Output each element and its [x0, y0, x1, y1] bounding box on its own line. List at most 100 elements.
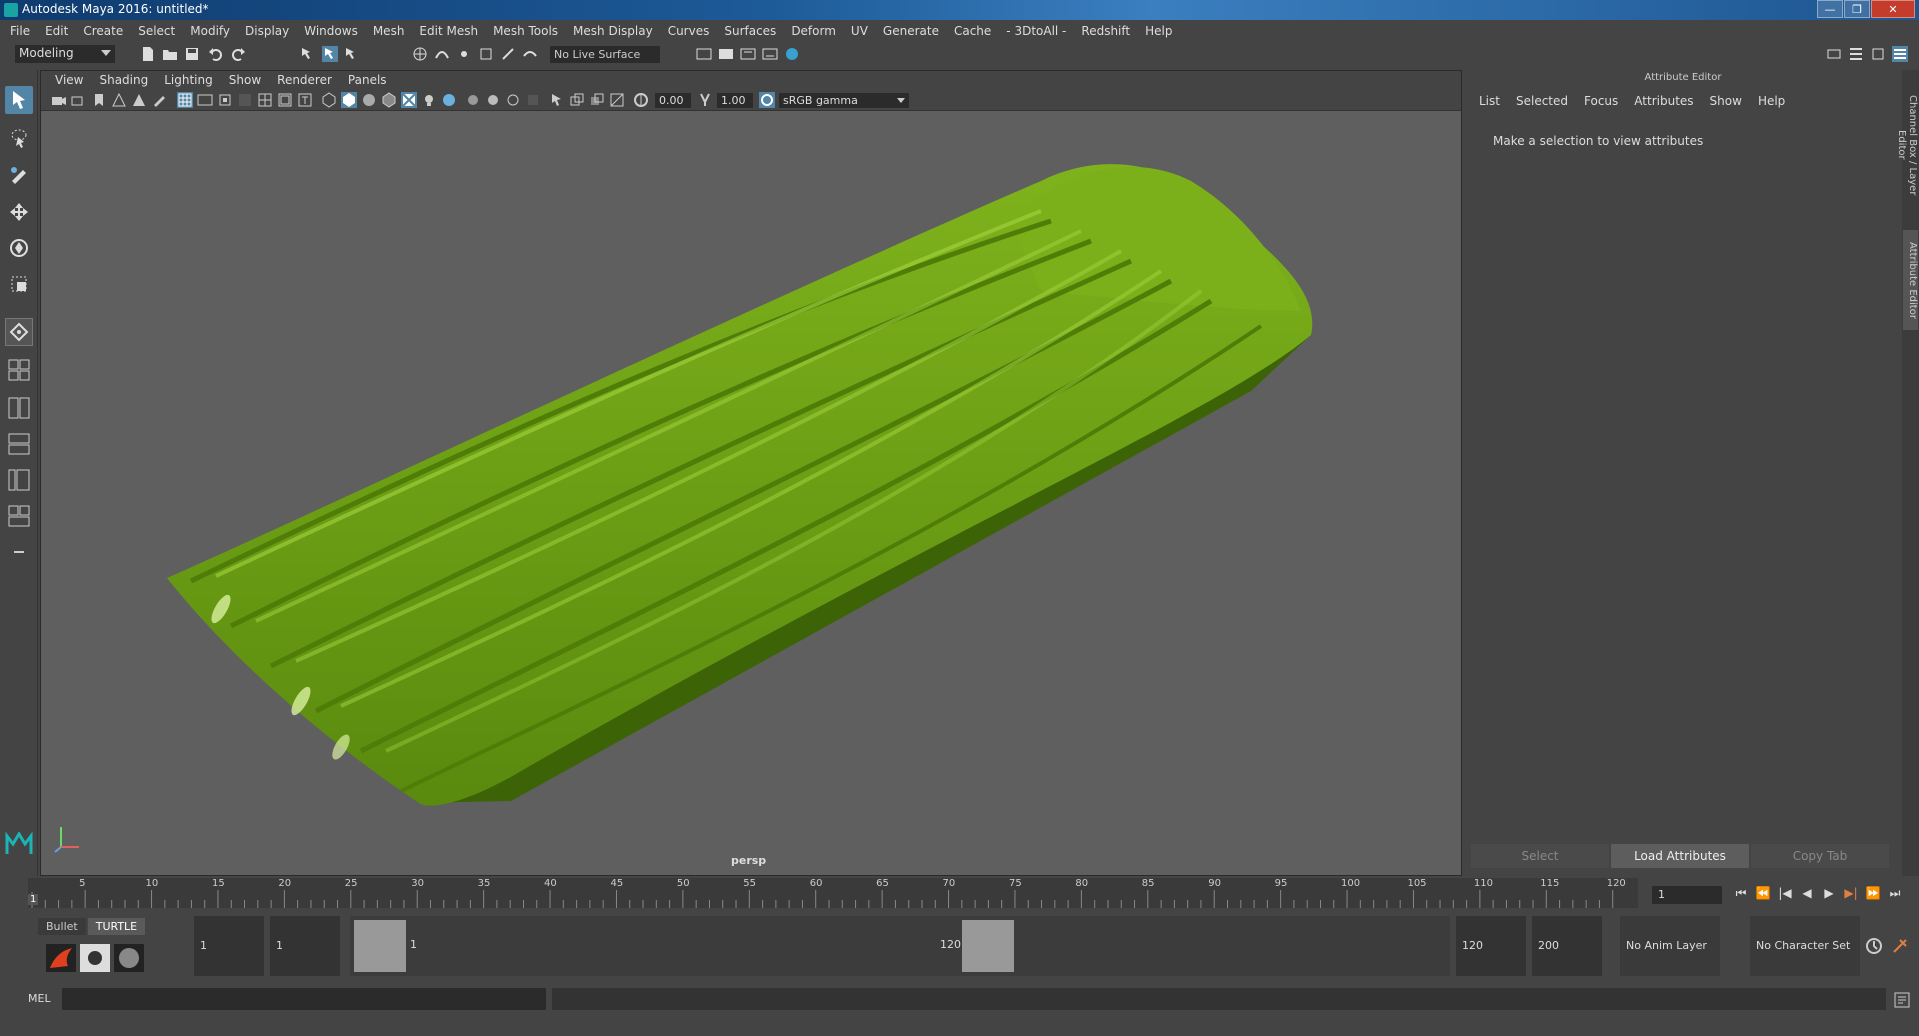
select-hierarchy-icon[interactable] [300, 46, 316, 62]
menu-display[interactable]: Display [245, 24, 289, 38]
maximize-button[interactable]: ❒ [1844, 0, 1870, 18]
shelf-tab-bullet[interactable]: Bullet [38, 918, 86, 935]
menu-curves[interactable]: Curves [668, 24, 710, 38]
menu-surfaces[interactable]: Surfaces [724, 24, 776, 38]
multisample-aa-icon[interactable] [505, 92, 521, 108]
range-end-handle[interactable] [962, 920, 1014, 972]
depth-of-field-icon[interactable] [525, 92, 541, 108]
playback-start-field[interactable]: 1 [270, 916, 340, 976]
gamma-icon[interactable] [697, 92, 713, 108]
ae-menu-list[interactable]: List [1479, 94, 1500, 108]
ae-copy-tab-button[interactable]: Copy Tab [1751, 844, 1889, 868]
ae-menu-help[interactable]: Help [1758, 94, 1785, 108]
menu-generate[interactable]: Generate [883, 24, 939, 38]
minimize-button[interactable]: — [1817, 0, 1843, 18]
resolution-gate-icon[interactable] [217, 92, 233, 108]
menu-edit[interactable]: Edit [45, 24, 68, 38]
menu-redshift[interactable]: Redshift [1081, 24, 1130, 38]
play-forwards-button[interactable]: ▶ [1818, 886, 1840, 904]
step-back-frame-button[interactable]: |◀ [1774, 886, 1796, 904]
persp-outliner-layout-icon[interactable] [5, 430, 33, 458]
air-mattress-model[interactable] [41, 111, 1461, 857]
ae-load-attributes-button[interactable]: Load Attributes [1611, 844, 1749, 868]
open-scene-icon[interactable] [162, 46, 178, 62]
step-forward-key-button[interactable]: ⏩ [1862, 886, 1884, 904]
range-slider[interactable]: 1 120 [350, 916, 1450, 976]
render-settings-icon[interactable] [696, 46, 712, 62]
step-forward-frame-button[interactable]: ▶| [1840, 886, 1862, 904]
select-tool-icon[interactable] [5, 86, 33, 114]
xray-icon[interactable] [569, 92, 585, 108]
select-component-icon[interactable] [344, 46, 360, 62]
menu-help[interactable]: Help [1145, 24, 1172, 38]
menu-set-dropdown[interactable]: Modeling [15, 45, 115, 63]
camera-select-icon[interactable] [51, 92, 67, 108]
menu-select[interactable]: Select [138, 24, 175, 38]
grid-toggle-icon[interactable] [177, 92, 193, 108]
ae-select-button[interactable]: Select [1471, 844, 1609, 868]
default-material-icon[interactable] [361, 92, 377, 108]
snap-surface-icon[interactable] [522, 46, 538, 62]
collapse-toolbox-icon[interactable] [5, 538, 33, 566]
hypershade-icon[interactable] [784, 46, 800, 62]
screen-space-ao-icon[interactable] [465, 92, 481, 108]
save-scene-icon[interactable] [184, 46, 200, 62]
attribute-editor-tab[interactable]: Attribute Editor [1903, 230, 1918, 330]
color-management-icon[interactable] [759, 92, 775, 108]
xray-joints-icon[interactable] [589, 92, 605, 108]
persp-graph-layout-icon[interactable] [5, 466, 33, 494]
menu-windows[interactable]: Windows [304, 24, 358, 38]
safe-action-icon[interactable] [277, 92, 293, 108]
single-perspective-layout-icon[interactable] [5, 356, 33, 384]
gamma-field[interactable]: 1.00 [717, 93, 753, 108]
render-preview-icon[interactable] [80, 944, 110, 972]
move-tool-icon[interactable] [5, 198, 33, 226]
xray-components-icon[interactable] [609, 92, 625, 108]
viewport-menu-renderer[interactable]: Renderer [277, 73, 332, 87]
wireframe-on-shaded-icon[interactable] [381, 92, 397, 108]
viewport-menu-panels[interactable]: Panels [348, 73, 387, 87]
live-surface-field[interactable]: No Live Surface [550, 46, 660, 63]
menu-mesh[interactable]: Mesh [373, 24, 405, 38]
motion-blur-icon[interactable] [485, 92, 501, 108]
playback-end-field[interactable]: 120 [1456, 916, 1526, 976]
exposure-field[interactable]: 0.00 [655, 93, 691, 108]
ae-menu-focus[interactable]: Focus [1584, 94, 1618, 108]
go-to-end-button[interactable]: ⏭ [1884, 886, 1906, 904]
color-space-dropdown[interactable]: sRGB gamma [779, 93, 909, 108]
channel-box-tab[interactable]: Channel Box / Layer Editor [1896, 80, 1918, 210]
ipr-render-icon[interactable] [740, 46, 756, 62]
menu-modify[interactable]: Modify [190, 24, 230, 38]
image-plane-icon[interactable] [111, 92, 127, 108]
menu-file[interactable]: File [10, 24, 30, 38]
snap-point-icon[interactable] [456, 46, 472, 62]
menu-cache[interactable]: Cache [954, 24, 991, 38]
paint-select-tool-icon[interactable] [5, 160, 33, 188]
select-object-icon[interactable] [322, 46, 338, 62]
new-scene-icon[interactable] [140, 46, 156, 62]
use-all-lights-icon[interactable] [421, 92, 437, 108]
lasso-tool-icon[interactable] [5, 124, 33, 152]
time-ruler[interactable]: 5 10 15 20 25 30 35 40 45 50 55 60 65 70 75 80 85 90 95 100… [28, 878, 1638, 908]
exposure-icon[interactable] [633, 92, 649, 108]
safe-title-icon[interactable] [297, 92, 313, 108]
snap-curve-icon[interactable] [434, 46, 450, 62]
menu-deform[interactable]: Deform [791, 24, 836, 38]
2d-pan-zoom-icon[interactable] [131, 92, 147, 108]
smooth-shade-icon[interactable] [341, 92, 357, 108]
bookmark-icon[interactable] [91, 92, 107, 108]
hypershade-layout-icon[interactable] [5, 502, 33, 530]
attribute-editor-toggle-icon[interactable] [1848, 46, 1864, 62]
snap-grid-icon[interactable] [412, 46, 428, 62]
ae-menu-attributes[interactable]: Attributes [1634, 94, 1693, 108]
viewport-panel[interactable]: View Shading Lighting Show Renderer Pane… [40, 70, 1462, 876]
shelf-tab-turtle[interactable]: TURTLE [87, 918, 146, 935]
play-backwards-button[interactable]: ◀ [1796, 886, 1818, 904]
sphere-shader-icon[interactable] [114, 944, 144, 972]
ae-menu-selected[interactable]: Selected [1516, 94, 1568, 108]
render-current-frame-icon[interactable] [718, 46, 734, 62]
ae-menu-show[interactable]: Show [1710, 94, 1742, 108]
time-slider[interactable]: 5 10 15 20 25 30 35 40 45 50 55 60 65 70 75 80 85 90 95 100… [0, 876, 1919, 912]
snap-live-icon[interactable] [500, 46, 516, 62]
channel-box-toggle-icon[interactable] [1892, 46, 1908, 62]
